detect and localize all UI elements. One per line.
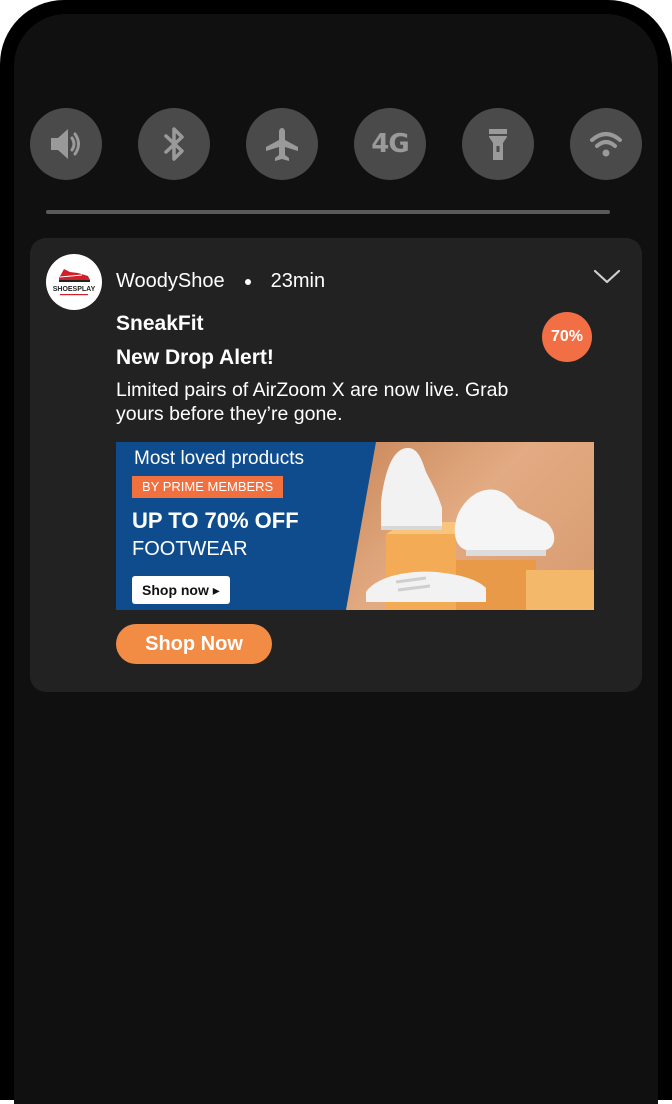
airplane-icon xyxy=(266,128,298,161)
sound-toggle[interactable] xyxy=(30,108,102,180)
notification-shade: 4G SHOESPLAY WoodyShoe 23min SneakFit 70… xyxy=(14,14,658,1104)
notification-headline: New Drop Alert! xyxy=(116,346,274,369)
bluetooth-toggle[interactable] xyxy=(138,108,210,180)
notification-body: Limited pairs of AirZoom X are now live.… xyxy=(116,379,509,425)
banner-offer: UP TO 70% OFF xyxy=(132,508,299,533)
notification-title: SneakFit xyxy=(116,312,204,335)
shop-now-button[interactable]: Shop Now xyxy=(116,624,272,664)
banner-headline: Most loved products xyxy=(134,448,305,469)
speaker-icon xyxy=(51,129,80,159)
app-name: WoodyShoe xyxy=(116,270,225,292)
mobile-data-toggle[interactable]: 4G xyxy=(354,108,426,180)
bluetooth-icon xyxy=(164,127,184,161)
airplane-toggle[interactable] xyxy=(246,108,318,180)
4g-icon: 4G xyxy=(371,129,409,159)
shoes-image xyxy=(366,448,594,610)
notification-header: WoodyShoe 23min xyxy=(116,270,325,293)
app-logo: SHOESPLAY xyxy=(46,254,102,310)
banner-shop-button[interactable]: Shop now ▸ xyxy=(132,576,230,604)
quick-settings-row: 4G xyxy=(30,108,642,180)
shoe-logo-icon: SHOESPLAY xyxy=(53,269,96,296)
chevron-down-icon[interactable] xyxy=(592,266,622,286)
flashlight-icon xyxy=(489,129,507,160)
brightness-slider[interactable] xyxy=(46,210,610,214)
wifi-toggle[interactable] xyxy=(570,108,642,180)
flashlight-toggle[interactable] xyxy=(462,108,534,180)
separator-dot xyxy=(244,278,251,285)
promo-banner[interactable]: Most loved products BY PRIME MEMBERS UP … xyxy=(116,442,594,610)
logo-text: SHOESPLAY xyxy=(53,286,96,293)
banner-product-image xyxy=(346,442,594,610)
notification-time: 23min xyxy=(270,270,326,292)
notification-card[interactable]: SHOESPLAY WoodyShoe 23min SneakFit 70% N… xyxy=(30,238,642,692)
discount-badge: 70% xyxy=(542,312,592,362)
wifi-icon xyxy=(590,132,622,157)
banner-tag: BY PRIME MEMBERS xyxy=(132,476,284,498)
phone-frame: 4G SHOESPLAY WoodyShoe 23min SneakFit 70… xyxy=(0,0,672,1104)
banner-category: FOOTWEAR xyxy=(132,538,248,560)
